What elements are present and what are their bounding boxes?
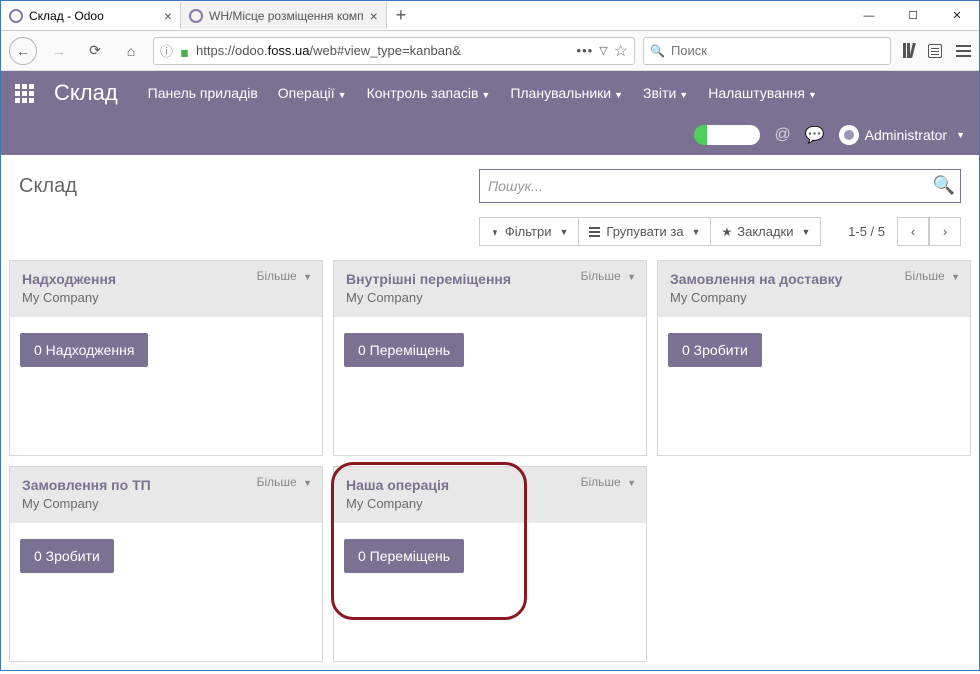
pager-next-button[interactable]: › [929, 217, 961, 246]
odoo-favicon-icon [9, 9, 23, 23]
list-icon [589, 227, 600, 237]
menu-settings[interactable]: Налаштування▼ [708, 85, 817, 101]
funnel-icon [490, 224, 500, 239]
window-close-button[interactable]: ✕ [935, 1, 979, 31]
card-action-button[interactable]: 0 Надходження [20, 333, 148, 367]
card-action-button[interactable]: 0 Зробити [668, 333, 762, 367]
sidebar-icon[interactable] [928, 44, 942, 58]
user-menu[interactable]: Administrator ▼ [839, 125, 965, 145]
card-action-button[interactable]: 0 Переміщень [344, 539, 464, 573]
groupby-button[interactable]: Групувати за▼ [579, 217, 711, 246]
star-icon [721, 224, 732, 239]
filters-button[interactable]: Фільтри▼ [479, 217, 579, 246]
menu-operations[interactable]: Операції▼ [278, 85, 347, 101]
pager: 1-5 / 5 ‹ › [848, 217, 961, 246]
window-titlebar: Склад - Odoo × WH/Місце розміщення комп … [1, 1, 979, 31]
new-tab-button[interactable]: + [387, 5, 415, 26]
messages-icon[interactable]: @ [774, 126, 790, 144]
kanban-view: Надходження My Company Більше ▼ 0 Надход… [1, 256, 979, 674]
browser-toolbar: ← → ⟳ ⌂ ⓘ https://odoo.foss.ua/web#view_… [1, 31, 979, 71]
card-action-button[interactable]: 0 Переміщень [344, 333, 464, 367]
tracking-shield-icon[interactable]: ▽ [599, 44, 607, 57]
browser-tab-title: WH/Місце розміщення комп [209, 9, 364, 23]
tab-close-icon[interactable]: × [164, 8, 172, 24]
control-panel: Склад 🔍 Фільтри▼ Групувати за▼ Закладки▼… [1, 155, 979, 256]
menu-dashboard[interactable]: Панель приладів [148, 85, 258, 101]
favorites-button[interactable]: Закладки▼ [711, 217, 821, 246]
search-options-group: Фільтри▼ Групувати за▼ Закладки▼ [479, 217, 821, 246]
card-more-button[interactable]: Більше ▼ [905, 269, 960, 283]
window-maximize-button[interactable]: ☐ [891, 1, 935, 31]
odoo-navbar-user: @ 💬 Administrator ▼ [15, 115, 965, 155]
menu-schedulers[interactable]: Планувальники▼ [510, 85, 623, 101]
card-more-button[interactable]: Більше ▼ [581, 475, 636, 489]
card-subtitle: My Company [22, 496, 310, 511]
nav-back-button[interactable]: ← [9, 37, 37, 65]
odoo-favicon-icon [189, 9, 203, 23]
kanban-card-delivery[interactable]: Замовлення на доставку My Company Більше… [657, 260, 971, 456]
menu-reports[interactable]: Звіти▼ [643, 85, 688, 101]
card-more-button[interactable]: Більше ▼ [581, 269, 636, 283]
kanban-card-receipts[interactable]: Надходження My Company Більше ▼ 0 Надход… [9, 260, 323, 456]
user-name: Administrator [865, 127, 947, 143]
menu-icon[interactable] [956, 45, 971, 57]
pager-count: 1-5 / 5 [848, 224, 885, 239]
kanban-card-our-operation[interactable]: Наша операція My Company Більше ▼ 0 Пере… [333, 466, 647, 662]
browser-right-icons [903, 43, 971, 58]
app-name[interactable]: Склад [54, 80, 118, 106]
avatar-icon [839, 125, 859, 145]
card-subtitle: My Company [346, 496, 634, 511]
address-bar[interactable]: ⓘ https://odoo.foss.ua/web#view_type=kan… [153, 37, 635, 65]
kanban-card-internal[interactable]: Внутрішні переміщення My Company Більше … [333, 260, 647, 456]
card-more-button[interactable]: Більше ▼ [257, 269, 312, 283]
window-controls: — ☐ ✕ [847, 1, 979, 31]
bookmark-star-icon[interactable]: ☆ [614, 41, 628, 61]
browser-tab-inactive[interactable]: WH/Місце розміщення комп × [181, 2, 387, 29]
discuss-icon[interactable]: 💬 [805, 125, 825, 145]
browser-tab-title: Склад - Odoo [29, 9, 158, 23]
nav-forward-button[interactable]: → [45, 37, 73, 65]
progress-pill[interactable] [694, 125, 760, 145]
nav-reload-button[interactable]: ⟳ [81, 37, 109, 65]
card-subtitle: My Company [346, 290, 634, 305]
menu-inventory-control[interactable]: Контроль запасів▼ [367, 85, 491, 101]
breadcrumb-title: Склад [19, 175, 459, 198]
card-subtitle: My Company [22, 290, 310, 305]
window-minimize-button[interactable]: — [847, 1, 891, 31]
url-text: https://odoo.foss.ua/web#view_type=kanba… [196, 43, 571, 58]
magnifier-icon [650, 43, 665, 58]
browser-tab-active[interactable]: Склад - Odoo × [1, 2, 181, 29]
card-action-button[interactable]: 0 Зробити [20, 539, 114, 573]
library-icon[interactable] [903, 43, 914, 58]
info-icon[interactable]: ⓘ [160, 41, 173, 60]
odoo-search-input[interactable] [479, 169, 961, 203]
odoo-navbar-main: Склад Панель приладів Операції▼ Контроль… [15, 71, 965, 115]
browser-search-input[interactable] [671, 43, 884, 58]
lock-icon [179, 44, 190, 57]
apps-icon[interactable] [15, 84, 34, 103]
browser-search-box[interactable] [643, 37, 891, 65]
card-more-button[interactable]: Більше ▼ [257, 475, 312, 489]
card-subtitle: My Company [670, 290, 958, 305]
odoo-navbar: Склад Панель приладів Операції▼ Контроль… [1, 71, 979, 155]
nav-home-button[interactable]: ⌂ [117, 37, 145, 65]
tab-close-icon[interactable]: × [370, 8, 378, 24]
pager-prev-button[interactable]: ‹ [897, 217, 929, 246]
url-actions-icon[interactable]: ••• [577, 43, 594, 58]
search-icon[interactable]: 🔍 [933, 175, 955, 196]
kanban-card-tp-orders[interactable]: Замовлення по ТП My Company Більше ▼ 0 З… [9, 466, 323, 662]
